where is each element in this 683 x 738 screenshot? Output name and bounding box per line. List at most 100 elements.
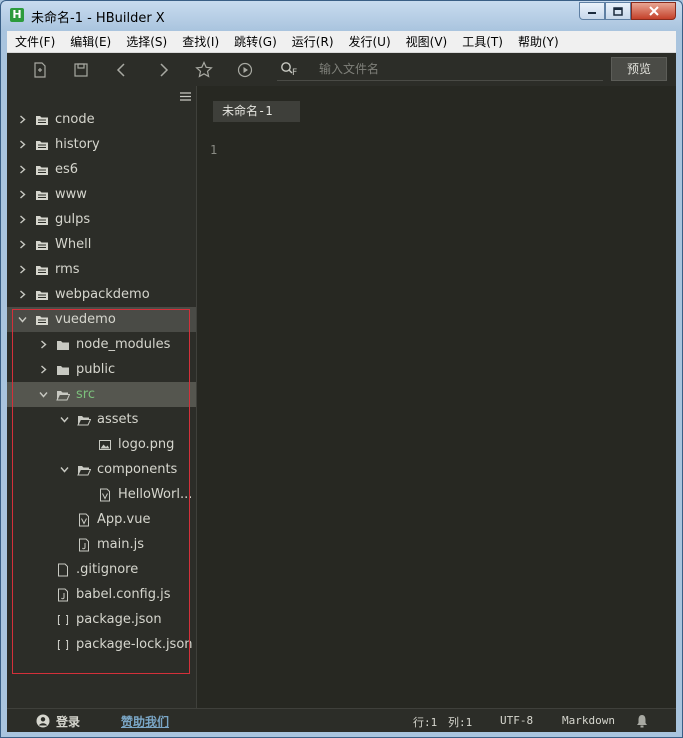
search-input[interactable] — [317, 59, 601, 79]
tree-item[interactable]: babel.config.js — [7, 582, 196, 607]
star-icon — [195, 61, 213, 78]
workspace: cnode history es6 www gulps Whell rms webpackde… — [7, 86, 676, 708]
tree-item-label: App.vue — [97, 512, 151, 527]
tree-item-label: babel.config.js — [76, 587, 171, 602]
chevron-down-icon[interactable] — [60, 465, 69, 474]
tree-item-label: www — [55, 187, 87, 202]
tree-item[interactable]: App.vue — [7, 507, 196, 532]
back-button[interactable] — [113, 61, 131, 79]
folder-open-icon — [77, 466, 91, 476]
chevron-right-icon[interactable] — [18, 115, 27, 124]
sponsor-link[interactable]: 赞助我们 — [121, 713, 169, 730]
tree-item-label: es6 — [55, 162, 79, 177]
new-file-button[interactable] — [31, 61, 49, 79]
menu-select[interactable]: 选择(S) — [118, 33, 174, 50]
chevron-right-icon[interactable] — [39, 365, 48, 374]
chevron-right-icon[interactable] — [18, 140, 27, 149]
menu-publish[interactable]: 发行(U) — [341, 33, 398, 50]
close-button[interactable] — [631, 2, 676, 20]
editor-area[interactable]: 未命名-1 1 — [197, 86, 676, 708]
tree-item[interactable]: cnode — [7, 107, 196, 132]
chevron-down-icon[interactable] — [39, 390, 48, 399]
tree-item[interactable]: Whell — [7, 232, 196, 257]
menu-help[interactable]: 帮助(Y) — [510, 33, 566, 50]
tree-item[interactable]: webpackdemo — [7, 282, 196, 307]
folder-icon — [36, 291, 48, 300]
menu-goto[interactable]: 跳转(G) — [226, 33, 284, 50]
tree-item-label: assets — [97, 412, 139, 427]
bell-icon[interactable] — [636, 714, 648, 728]
chevron-right-icon[interactable] — [18, 240, 27, 249]
chevron-down-icon[interactable] — [60, 415, 69, 424]
folder-icon — [57, 366, 69, 375]
folder-icon — [36, 116, 48, 125]
menu-view[interactable]: 视图(V) — [398, 33, 455, 50]
forward-button[interactable] — [154, 61, 172, 79]
tree-item[interactable]: gulps — [7, 207, 196, 232]
json-file-icon — [57, 614, 69, 626]
menu-edit[interactable]: 编辑(E) — [62, 33, 118, 50]
tree-item[interactable]: rms — [7, 257, 196, 282]
new-file-icon — [34, 62, 46, 78]
tree-item[interactable]: logo.png — [7, 432, 196, 457]
tree-item[interactable]: history — [7, 132, 196, 157]
chevron-right-icon[interactable] — [18, 215, 27, 224]
tree-item-label: vuedemo — [55, 312, 116, 327]
tree-item-label: components — [97, 462, 178, 477]
login-link[interactable]: 登录 — [56, 713, 80, 730]
chevron-right-icon[interactable] — [18, 165, 27, 174]
menu-tools[interactable]: 工具(T) — [454, 33, 510, 50]
minimize-icon — [588, 12, 596, 14]
chevron-down-icon[interactable] — [18, 315, 27, 324]
editor-tab[interactable]: 未命名-1 — [213, 101, 300, 122]
chevron-right-icon[interactable] — [18, 190, 27, 199]
menu-find[interactable]: 查找(I) — [174, 33, 226, 50]
folder-icon — [36, 141, 48, 150]
encoding-indicator[interactable]: UTF-8 — [500, 714, 533, 727]
project-explorer: cnode history es6 www gulps Whell rms webpackde… — [7, 86, 197, 708]
window-controls — [579, 2, 676, 20]
maximize-button[interactable] — [605, 2, 631, 20]
title-bar[interactable]: H 未命名-1 - HBuilder X — [1, 1, 682, 31]
tree-item[interactable]: vuedemo — [7, 307, 196, 332]
tree-item[interactable]: .gitignore — [7, 557, 196, 582]
file-icon — [58, 563, 68, 577]
favorite-button[interactable] — [195, 61, 213, 79]
tree-item[interactable]: www — [7, 182, 196, 207]
app-window: H 未命名-1 - HBuilder X 文件(F) 编辑(E) 选择(S) 查… — [0, 0, 683, 738]
cursor-col[interactable]: 列:1 — [448, 714, 472, 730]
tree-item-label: .gitignore — [76, 562, 139, 577]
tree-item[interactable]: es6 — [7, 157, 196, 182]
language-mode[interactable]: Markdown — [562, 714, 615, 727]
menu-file[interactable]: 文件(F) — [7, 33, 62, 50]
search-icon-letter: F — [292, 68, 297, 77]
chevron-left-icon — [116, 63, 125, 77]
tree-item[interactable]: main.js — [7, 532, 196, 557]
tree-item[interactable]: node_modules — [7, 332, 196, 357]
close-icon — [648, 6, 659, 16]
minimize-button[interactable] — [579, 2, 605, 20]
preview-button[interactable]: 预览 — [611, 57, 667, 81]
chevron-right-icon[interactable] — [39, 340, 48, 349]
chevron-right-icon[interactable] — [18, 265, 27, 274]
tree-item[interactable]: package.json — [7, 607, 196, 632]
tree-item-label: cnode — [55, 112, 95, 127]
save-button[interactable] — [72, 61, 90, 79]
tree-item[interactable]: package-lock.json — [7, 632, 196, 657]
chevron-right-icon[interactable] — [18, 290, 27, 299]
tree-item[interactable]: src — [7, 382, 196, 407]
menu-run[interactable]: 运行(R) — [284, 33, 341, 50]
tree-item-label: gulps — [55, 212, 91, 227]
tree-item[interactable]: components — [7, 457, 196, 482]
json-file-icon — [57, 639, 69, 651]
cursor-row[interactable]: 行:1 — [413, 714, 437, 730]
folder-icon — [57, 341, 69, 350]
tree-item[interactable]: public — [7, 357, 196, 382]
image-file-icon — [99, 440, 111, 450]
hamburger-menu-icon[interactable] — [180, 92, 191, 101]
tree-item[interactable]: HelloWorl... — [7, 482, 196, 507]
user-icon[interactable] — [36, 714, 50, 728]
tree-item[interactable]: assets — [7, 407, 196, 432]
folder-icon — [36, 166, 48, 175]
run-button[interactable] — [236, 61, 254, 79]
